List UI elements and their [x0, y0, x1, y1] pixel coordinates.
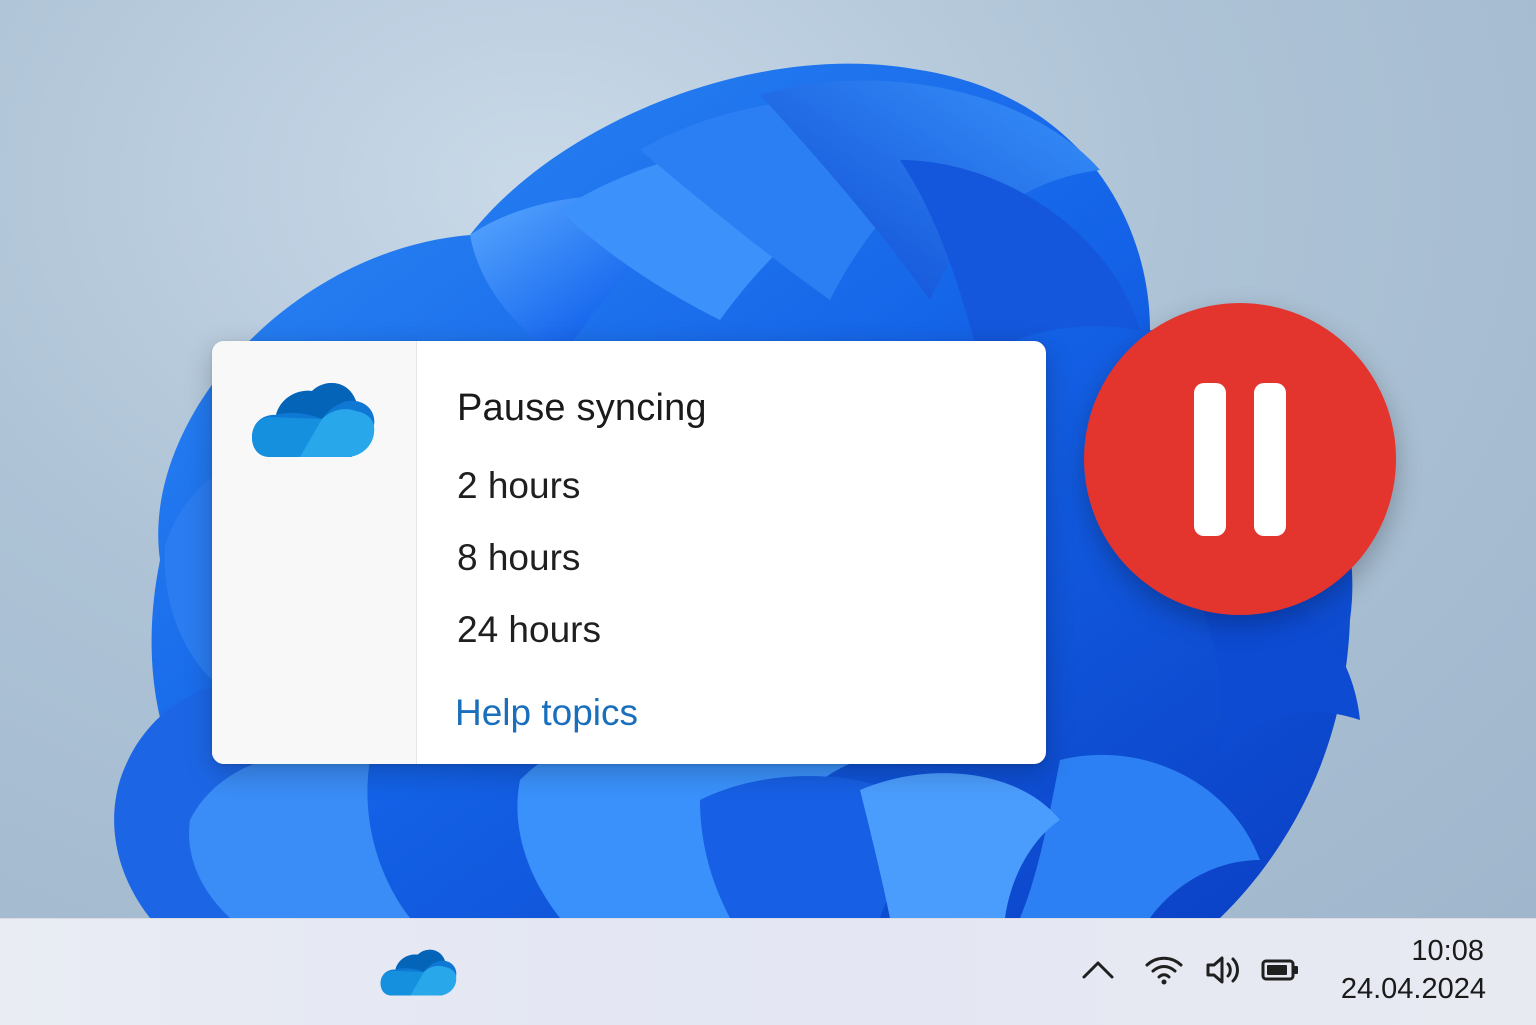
clock-date: 24.04.2024 [1340, 973, 1486, 1005]
pause-2-hours-option[interactable]: 2 hours [457, 465, 580, 507]
pause-syncing-title: Pause syncing [457, 387, 707, 429]
flyout-sidebar [212, 341, 417, 764]
pause-bar-right [1254, 383, 1286, 536]
taskbar-clock[interactable]: 10:08 24.04.2024 [1341, 933, 1486, 1009]
clock-time: 10:08 [1411, 935, 1484, 967]
onedrive-cloud-icon [252, 382, 375, 457]
pause-badge [1084, 303, 1396, 615]
pause-bar-left [1194, 383, 1226, 536]
pause-24-hours-option[interactable]: 24 hours [457, 609, 601, 651]
pause-syncing-flyout: Pause syncing 2 hours 8 hours 24 hours H… [212, 341, 1046, 764]
pause-8-hours-option[interactable]: 8 hours [457, 537, 580, 579]
battery-icon[interactable] [1260, 953, 1300, 987]
onedrive-cloud-icon[interactable] [380, 946, 458, 998]
wifi-icon[interactable] [1144, 953, 1184, 987]
taskbar: 10:08 24.04.2024 [0, 918, 1536, 1025]
volume-icon[interactable] [1203, 953, 1243, 987]
chevron-up-icon[interactable] [1078, 953, 1118, 987]
help-topics-link[interactable]: Help topics [455, 692, 638, 734]
